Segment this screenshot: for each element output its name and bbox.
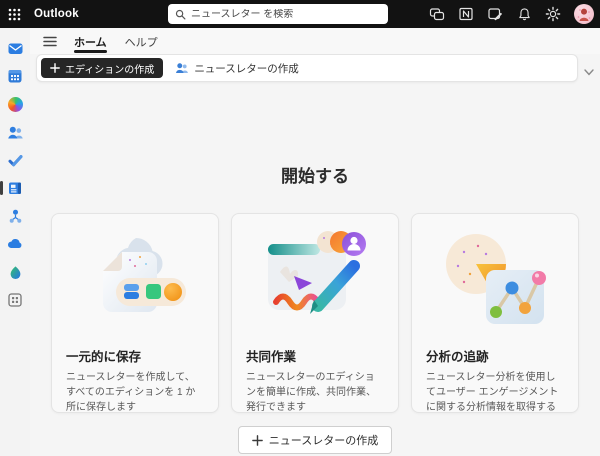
plus-icon bbox=[251, 434, 263, 446]
bell-icon[interactable] bbox=[516, 6, 532, 22]
left-rail bbox=[0, 28, 30, 456]
apps-grid-icon bbox=[8, 293, 22, 307]
app-launcher-waffle-icon[interactable] bbox=[0, 0, 28, 28]
create-newsletter-label: ニュースレターの作成 bbox=[194, 62, 299, 75]
avatar[interactable] bbox=[574, 4, 594, 24]
people-add-icon bbox=[176, 63, 189, 73]
store-centrally-illustration bbox=[52, 214, 218, 346]
card-title: 分析の追跡 bbox=[426, 350, 489, 364]
notes-icon[interactable] bbox=[487, 6, 503, 22]
create-newsletter-cta-button[interactable]: ニュースレターの作成 bbox=[237, 426, 393, 454]
topbar-actions bbox=[429, 0, 594, 28]
sidebar-item-todo[interactable] bbox=[0, 146, 30, 174]
collaborate-illustration bbox=[232, 214, 398, 346]
sidebar-item-mail[interactable] bbox=[0, 34, 30, 62]
ribbon-row: エディションの作成 ニュースレターの作成 bbox=[30, 54, 600, 84]
card-store-centrally: 一元的に保存 ニュースレターを作成して、すべてのエディションを 1 か所に保存し… bbox=[51, 213, 219, 413]
onenote-feed-icon[interactable] bbox=[458, 6, 474, 22]
sidebar-item-more-apps[interactable] bbox=[0, 286, 30, 314]
newsletter-icon bbox=[9, 182, 21, 194]
page-title: 開始する bbox=[281, 167, 349, 186]
todo-check-icon bbox=[8, 154, 22, 166]
sidebar-item-calendar[interactable] bbox=[0, 62, 30, 90]
card-description: ニュースレターを作成して、すべてのエディションを 1 か所に保存します bbox=[66, 372, 196, 413]
plus-icon bbox=[50, 63, 60, 73]
calendar-icon bbox=[8, 70, 22, 83]
sidebar-item-places[interactable] bbox=[0, 258, 30, 286]
card-description: ニュースレター分析を使用してユーザー エンゲージメントに関する分析情報を取得する bbox=[426, 372, 559, 413]
search-box[interactable] bbox=[168, 4, 388, 24]
sidebar-item-onedrive[interactable] bbox=[0, 230, 30, 258]
card-description: ニュースレターのエディションを簡単に作成、共同作業、発行できます bbox=[246, 372, 376, 413]
chat-icon[interactable] bbox=[429, 6, 445, 22]
tab-home[interactable]: ホーム bbox=[68, 30, 113, 53]
card-title: 共同作業 bbox=[246, 350, 297, 364]
collapse-ribbon-chevron-icon[interactable] bbox=[584, 63, 594, 81]
create-edition-label: エディションの作成 bbox=[65, 64, 155, 76]
app-shell: ホーム ヘルプ エディションの作成 ニュースレターの作成 開始する 一元的に保存… bbox=[0, 28, 600, 456]
create-newsletter-action[interactable]: ニュースレターの作成 bbox=[175, 61, 299, 76]
sidebar-item-copilot[interactable] bbox=[0, 90, 30, 118]
topbar: Outlook bbox=[0, 0, 600, 28]
mail-icon bbox=[8, 43, 22, 54]
app-name[interactable]: Outlook bbox=[34, 8, 79, 20]
org-chart-icon bbox=[9, 209, 21, 223]
people-icon bbox=[7, 126, 23, 138]
feature-cards: 一元的に保存 ニュースレターを作成して、すべてのエディションを 1 か所に保存し… bbox=[30, 213, 600, 413]
content-area: 開始する 一元的に保存 ニュースレターを作成して、すべてのエディションを 1 か… bbox=[30, 84, 600, 456]
main-panel: ホーム ヘルプ エディションの作成 ニュースレターの作成 開始する 一元的に保存… bbox=[30, 28, 600, 456]
gear-icon[interactable] bbox=[545, 6, 561, 22]
hamburger-menu-icon[interactable] bbox=[38, 30, 62, 52]
search-input[interactable] bbox=[191, 8, 381, 20]
ribbon-toolbar: エディションの作成 ニュースレターの作成 bbox=[36, 54, 578, 82]
search-icon bbox=[175, 9, 186, 19]
card-track-analytics: 分析の追跡 ニュースレター分析を使用してユーザー エンゲージメントに関する分析情… bbox=[411, 213, 579, 413]
copilot-icon bbox=[7, 96, 23, 112]
card-title: 一元的に保存 bbox=[66, 350, 142, 364]
cta-label: ニュースレターの作成 bbox=[268, 435, 379, 447]
sidebar-item-people[interactable] bbox=[0, 118, 30, 146]
ribbon-tabs: ホーム ヘルプ bbox=[30, 28, 600, 54]
onedrive-cloud-icon bbox=[7, 238, 22, 248]
card-collaborate: 共同作業 ニュースレターのエディションを簡単に作成、共同作業、発行できます bbox=[231, 213, 399, 413]
sidebar-item-org[interactable] bbox=[0, 202, 30, 230]
sidebar-item-newsletter[interactable] bbox=[0, 174, 30, 202]
waffle-icon bbox=[8, 8, 20, 20]
selection-indicator bbox=[0, 181, 3, 195]
tab-help[interactable]: ヘルプ bbox=[119, 30, 164, 53]
analytics-illustration bbox=[412, 214, 578, 346]
places-icon bbox=[10, 265, 20, 279]
create-edition-button[interactable]: エディションの作成 bbox=[41, 58, 164, 78]
